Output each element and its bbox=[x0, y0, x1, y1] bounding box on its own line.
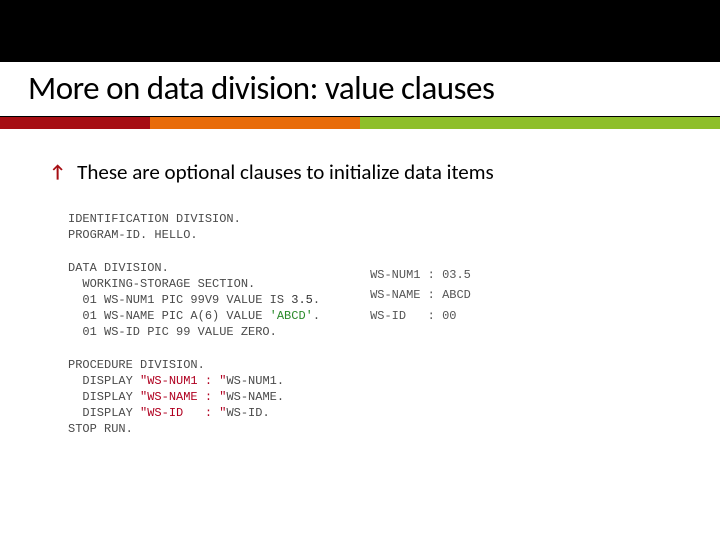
code-line: IDENTIFICATION DIVISION. bbox=[68, 212, 241, 226]
output-block: WS-NUM1 : 03.5 WS-NAME : ABCD WS-ID : 00 bbox=[370, 265, 471, 438]
code-line: 01 WS-ID PIC 99 VALUE ZERO. bbox=[68, 325, 277, 339]
code-line: WORKING-STORAGE SECTION. bbox=[68, 277, 255, 291]
code-string: 'ABCD' bbox=[270, 309, 313, 323]
code-line: . bbox=[313, 293, 320, 307]
body-area: ↗ These are optional clauses to initiali… bbox=[0, 129, 720, 438]
code-line: . bbox=[313, 309, 320, 323]
output-line: WS-NUM1 : 03.5 bbox=[370, 268, 471, 282]
content-row: IDENTIFICATION DIVISION. PROGRAM-ID. HEL… bbox=[68, 211, 680, 438]
code-line: 01 WS-NAME PIC A(6) VALUE bbox=[68, 309, 270, 323]
code-string: "WS-ID : " bbox=[140, 406, 226, 420]
code-line: DISPLAY bbox=[68, 374, 140, 388]
colorbar-orange bbox=[150, 117, 360, 129]
colorbar-red bbox=[0, 117, 150, 129]
code-line: STOP RUN. bbox=[68, 422, 133, 436]
code-line: WS-NUM1. bbox=[226, 374, 284, 388]
code-line: DATA DIVISION. bbox=[68, 261, 169, 275]
code-line: WS-NAME. bbox=[226, 390, 284, 404]
output-line: WS-ID : 00 bbox=[370, 309, 456, 323]
color-bar bbox=[0, 117, 720, 129]
code-string: "WS-NUM1 : " bbox=[140, 374, 226, 388]
code-line: DISPLAY bbox=[68, 406, 140, 420]
bullet-text: These are optional clauses to initialize… bbox=[77, 159, 494, 185]
code-line: PROGRAM-ID. HELLO. bbox=[68, 228, 198, 242]
code-string: "WS-NAME : " bbox=[140, 390, 226, 404]
code-line: PROCEDURE DIVISION. bbox=[68, 358, 205, 372]
output-line: WS-NAME : ABCD bbox=[370, 288, 471, 302]
header-black-bar bbox=[0, 0, 720, 62]
arrow-bullet-icon: ↗ bbox=[44, 159, 70, 185]
cobol-code-block: IDENTIFICATION DIVISION. PROGRAM-ID. HEL… bbox=[68, 211, 320, 438]
slide-title: More on data division: value clauses bbox=[28, 68, 692, 108]
code-line: 01 WS-NUM1 PIC 99V9 VALUE IS bbox=[68, 293, 291, 307]
code-line: DISPLAY bbox=[68, 390, 140, 404]
colorbar-green bbox=[360, 117, 720, 129]
title-row: More on data division: value clauses bbox=[0, 62, 720, 117]
code-line: WS-ID. bbox=[226, 406, 269, 420]
code-number: 3.5 bbox=[291, 293, 313, 307]
bullet-line: ↗ These are optional clauses to initiali… bbox=[50, 159, 680, 185]
